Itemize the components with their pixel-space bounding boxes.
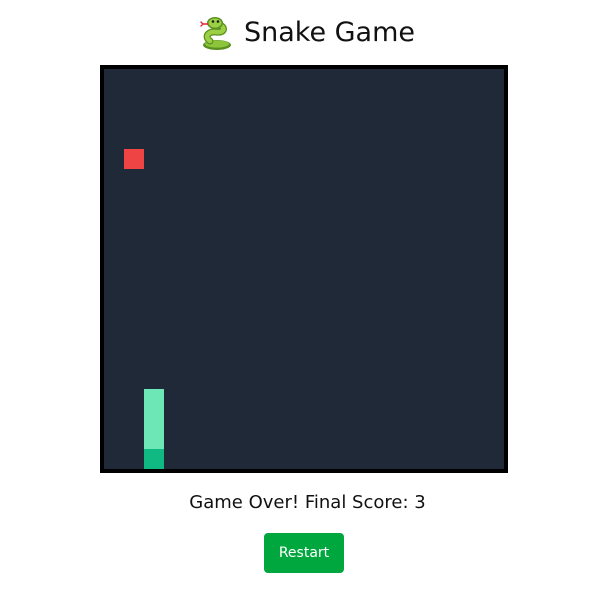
page-title: Snake Game xyxy=(0,12,615,54)
snake-body-cell xyxy=(144,389,164,409)
food-cell xyxy=(124,149,144,169)
snake-head-cell xyxy=(144,449,164,469)
game-board[interactable] xyxy=(100,65,508,473)
snake-game-app: Snake Game Game Over! Final Score: 3 Res… xyxy=(0,0,615,598)
game-status-text: Game Over! Final Score: 3 xyxy=(189,492,426,513)
restart-button[interactable]: Restart xyxy=(264,533,344,573)
snake-body-cell xyxy=(144,409,164,429)
snake-icon xyxy=(200,15,234,51)
page-title-text: Snake Game xyxy=(243,17,416,48)
snake-body-cell xyxy=(144,429,164,449)
